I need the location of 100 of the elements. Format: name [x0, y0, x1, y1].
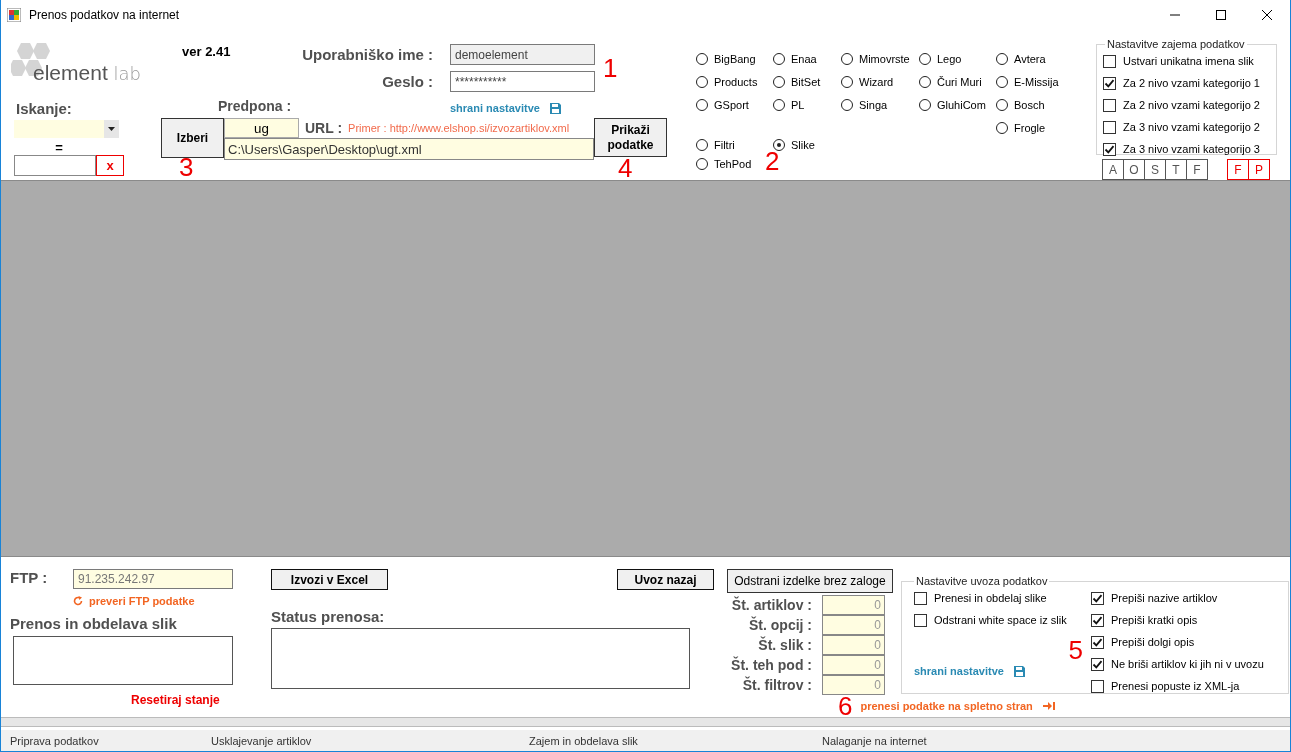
save-icon[interactable] [1013, 665, 1025, 677]
radio-button[interactable] [919, 52, 931, 65]
username-label: Uporabniško ime : [302, 46, 433, 63]
save-icon[interactable] [549, 102, 561, 114]
refresh-icon[interactable] [73, 596, 83, 606]
checkbox[interactable] [1091, 679, 1104, 693]
remove-out-of-stock-button[interactable]: Odstrani izdelke brez zaloge [727, 569, 893, 593]
window-title: Prenos podatkov na internet [29, 8, 181, 22]
column-button[interactable]: T [1165, 159, 1187, 180]
save-settings-link[interactable]: shrani nastavitve [450, 102, 540, 114]
radio-label: Slike [791, 138, 815, 151]
radio-button[interactable] [773, 75, 785, 88]
radio-button[interactable] [696, 157, 708, 170]
save-settings-link[interactable]: shrani nastavitve [914, 665, 1004, 677]
url-example-text: Primer : http://www.elshop.si/izvozartiklov.xml [348, 122, 570, 134]
checkbox-label: Ustvari unikatna imena slik [1123, 55, 1254, 67]
radio-button[interactable] [773, 98, 785, 111]
checkbox[interactable] [1103, 54, 1116, 68]
annotation-number: 6 [838, 693, 853, 719]
section-title: Status prenosa: [271, 608, 385, 625]
radio-button[interactable] [996, 52, 1008, 65]
status-step: Usklajevanje artiklov [211, 734, 312, 747]
file-path-field[interactable]: C:\Users\Gasper\Desktop\ugt.xml [224, 138, 594, 160]
checkbox[interactable] [914, 613, 927, 627]
radio-button[interactable] [773, 138, 785, 151]
radio-button[interactable] [996, 121, 1008, 134]
radio-button[interactable] [696, 98, 708, 111]
radio-button[interactable] [841, 75, 853, 88]
clear-button[interactable]: x [96, 155, 124, 176]
column-button[interactable]: F [1186, 159, 1208, 180]
radio-label: PL [791, 98, 805, 111]
close-icon[interactable] [1262, 10, 1272, 20]
column-button[interactable]: F [1227, 159, 1249, 180]
checkbox[interactable] [1091, 657, 1104, 671]
radio-button[interactable] [996, 98, 1008, 111]
radio-label: Wizard [859, 75, 894, 88]
prefix-field[interactable]: ug [224, 118, 299, 138]
annotation-number: 4 [618, 155, 634, 181]
radio-button[interactable] [919, 98, 931, 111]
checkbox-label: Za 2 nivo vzami kategorijo 2 [1123, 99, 1260, 111]
checkbox-label: Prepiši dolgi opis [1111, 636, 1195, 648]
radio-button[interactable] [996, 75, 1008, 88]
radio-label: E-Missija [1014, 75, 1059, 88]
checkbox[interactable] [1103, 76, 1116, 90]
radio-label: GSport [714, 98, 749, 111]
checkbox[interactable] [1091, 613, 1104, 627]
radio-button[interactable] [841, 52, 853, 65]
ftp-field[interactable]: 91.235.242.97 [73, 569, 233, 589]
status-step: Nalaganje na internet [822, 734, 927, 747]
app-icon [7, 8, 21, 22]
radio-label: Lego [937, 52, 962, 65]
search-label: Iskanje: [16, 100, 72, 117]
arrow-icon[interactable] [1042, 701, 1055, 711]
checkbox[interactable] [1103, 142, 1116, 156]
radio-label: BigBang [714, 52, 756, 65]
show-data-button[interactable]: Prikaži podatke [594, 118, 667, 157]
checkbox[interactable] [1103, 98, 1116, 112]
radio-label: TehPod [714, 157, 752, 170]
checkbox-label: Prenesi popuste iz XML-ja [1111, 680, 1240, 692]
checkbox[interactable] [1091, 635, 1104, 649]
search-field[interactable] [14, 155, 96, 176]
column-button[interactable]: P [1248, 159, 1270, 180]
status-step: Zajem in obdelava slik [529, 734, 638, 747]
import-back-button[interactable]: Uvoz nazaj [617, 569, 714, 590]
radio-label: Bosch [1014, 98, 1045, 111]
column-button[interactable]: S [1144, 159, 1166, 180]
caret-icon[interactable] [108, 127, 115, 131]
choose-button[interactable]: Izberi [161, 118, 224, 158]
password-field[interactable]: *********** [450, 71, 595, 92]
maximize-icon[interactable] [1216, 10, 1226, 20]
reset-link[interactable]: Resetiraj stanje [131, 693, 220, 707]
count-label: Št. filtrov : [742, 675, 812, 695]
annotation-number: 2 [765, 148, 780, 173]
group-title: Nastavitve zajema podatkov [1106, 38, 1246, 50]
radio-label: Filtri [714, 138, 735, 151]
column-button[interactable]: O [1123, 159, 1145, 180]
group-title: Nastavitve uvoza podatkov [915, 575, 1049, 587]
radio-button[interactable] [773, 52, 785, 65]
status-step: Priprava podatkov [10, 734, 99, 747]
export-excel-button[interactable]: Izvozi v Excel [271, 569, 388, 590]
column-button[interactable]: A [1102, 159, 1124, 180]
section-title: Prenos in obdelava slik [10, 615, 177, 632]
checkbox[interactable] [914, 591, 927, 605]
radio-button[interactable] [696, 138, 708, 151]
username-field[interactable]: demoelement [450, 44, 595, 65]
radio-label: Čuri Muri [937, 75, 982, 88]
radio-button[interactable] [696, 52, 708, 65]
radio-label: Enaa [791, 52, 817, 65]
radio-button[interactable] [696, 75, 708, 88]
password-label: Geslo : [382, 73, 433, 90]
checkbox-label: Prepiši kratki opis [1111, 614, 1198, 626]
radio-label: Singa [859, 98, 888, 111]
checkbox-label: Za 2 nivo vzami kategorijo 1 [1123, 77, 1260, 89]
checkbox[interactable] [1091, 591, 1104, 605]
checkbox-label: Prepiši nazive artiklov [1111, 592, 1218, 604]
radio-button[interactable] [919, 75, 931, 88]
checkbox[interactable] [1103, 120, 1116, 134]
radio-button[interactable] [841, 98, 853, 111]
ftp-label: FTP : [10, 569, 49, 586]
prefix-label: Predpona : [217, 98, 292, 116]
